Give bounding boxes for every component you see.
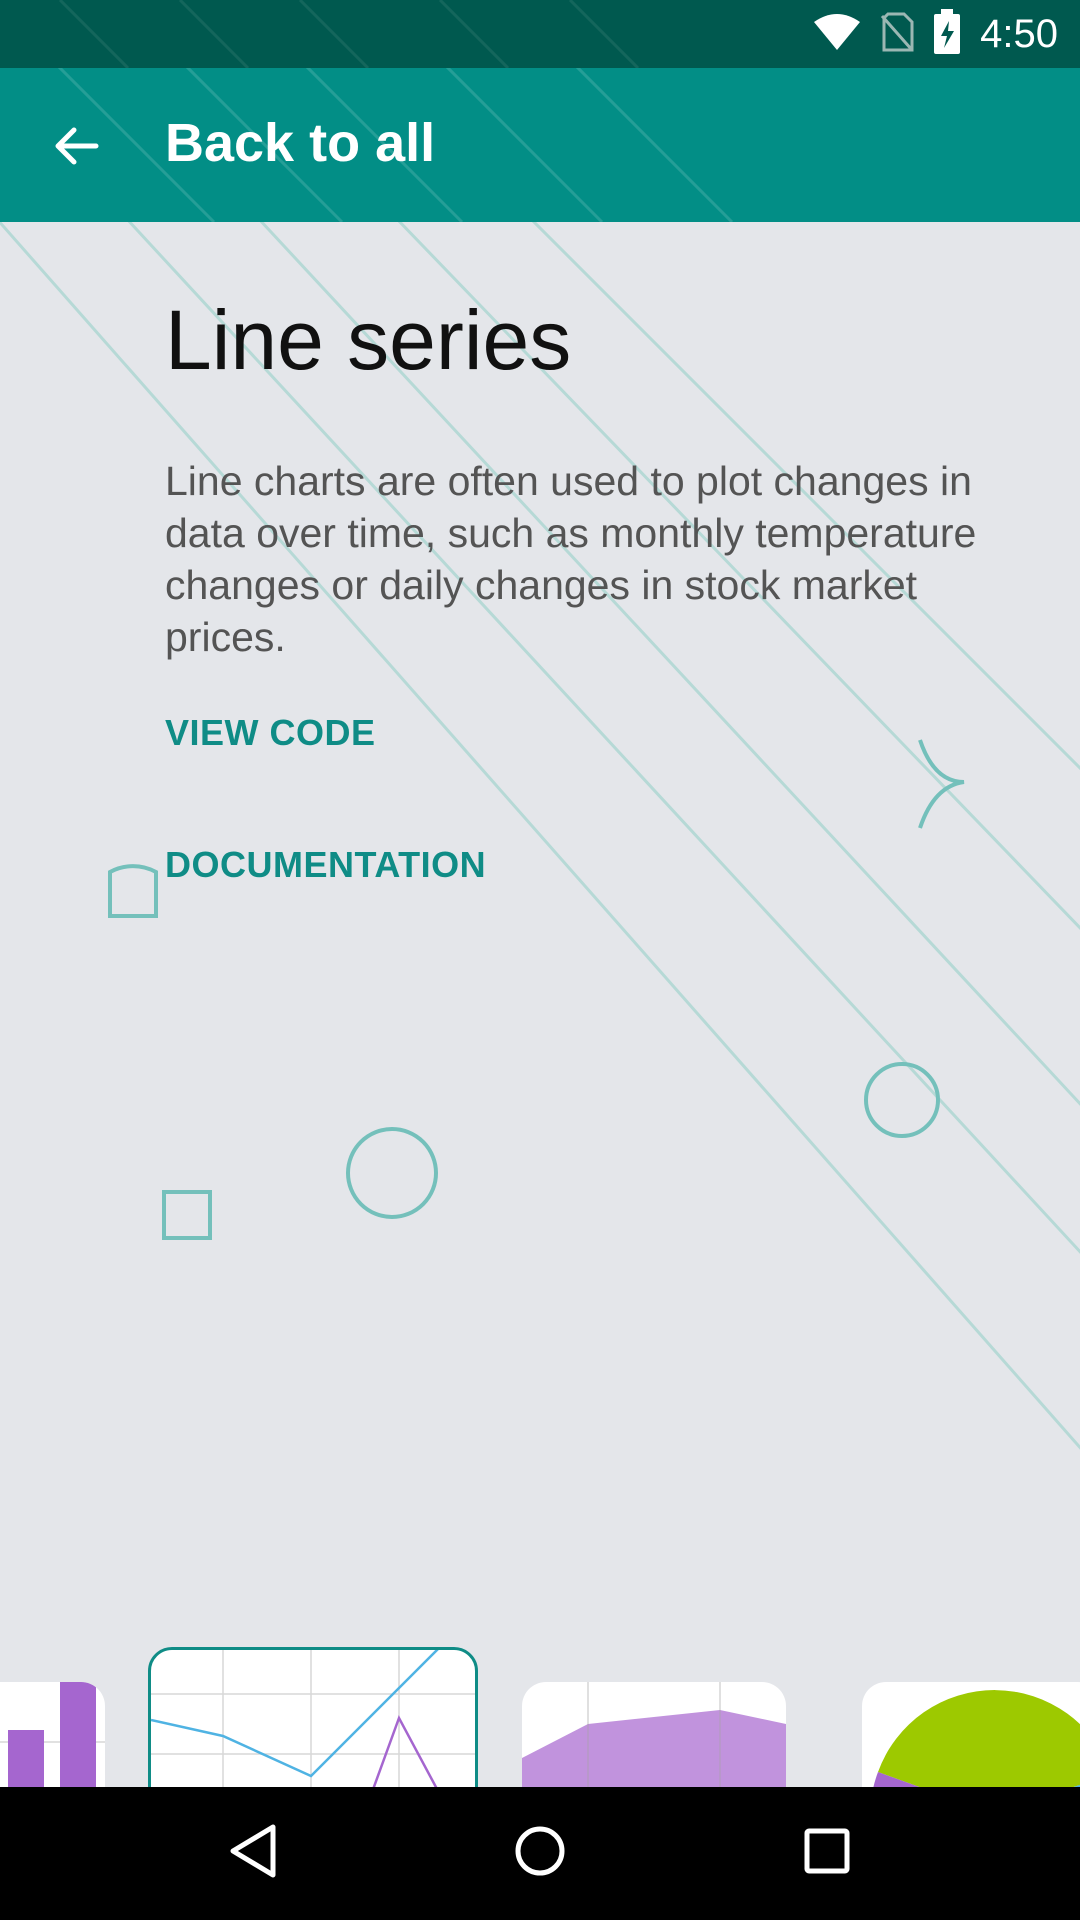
nav-back-button[interactable] [203, 1804, 303, 1904]
wifi-icon [812, 12, 862, 57]
stacked-column-chart-thumbnail[interactable] [0, 1682, 105, 1787]
home-circle-icon [513, 1824, 567, 1883]
status-time: 4:50 [980, 11, 1058, 56]
back-triangle-icon [227, 1823, 279, 1884]
app-bar-pattern [57, 68, 734, 222]
battery-charging-icon [932, 8, 962, 60]
no-sim-icon [880, 12, 914, 57]
documentation-link[interactable]: DOCUMENTATION [165, 844, 486, 886]
stacked-area-chart-thumbnail[interactable] [522, 1682, 786, 1787]
app-bar: Back to all [0, 68, 1080, 222]
arrow-back-icon [52, 122, 100, 175]
app-bar-title: Back to all [165, 113, 436, 173]
line-chart-thumbnail[interactable] [148, 1647, 478, 1787]
nav-recents-button[interactable] [777, 1804, 877, 1904]
status-icons: 4:50 [812, 0, 1058, 68]
recents-square-icon [803, 1827, 851, 1880]
view-code-link[interactable]: VIEW CODE [165, 712, 376, 754]
back-button[interactable] [36, 108, 116, 188]
chart-type-carousel [0, 1642, 1080, 1787]
status-bar: 4:50 [0, 0, 1080, 68]
main-content: Line series Line charts are often used t… [0, 222, 1080, 1787]
pie-chart-thumbnail[interactable] [862, 1682, 1080, 1787]
page-description: Line charts are often used to plot chang… [165, 458, 977, 660]
page-title: Line series [165, 293, 572, 387]
system-nav-bar [0, 1787, 1080, 1920]
nav-home-button[interactable] [490, 1804, 590, 1904]
